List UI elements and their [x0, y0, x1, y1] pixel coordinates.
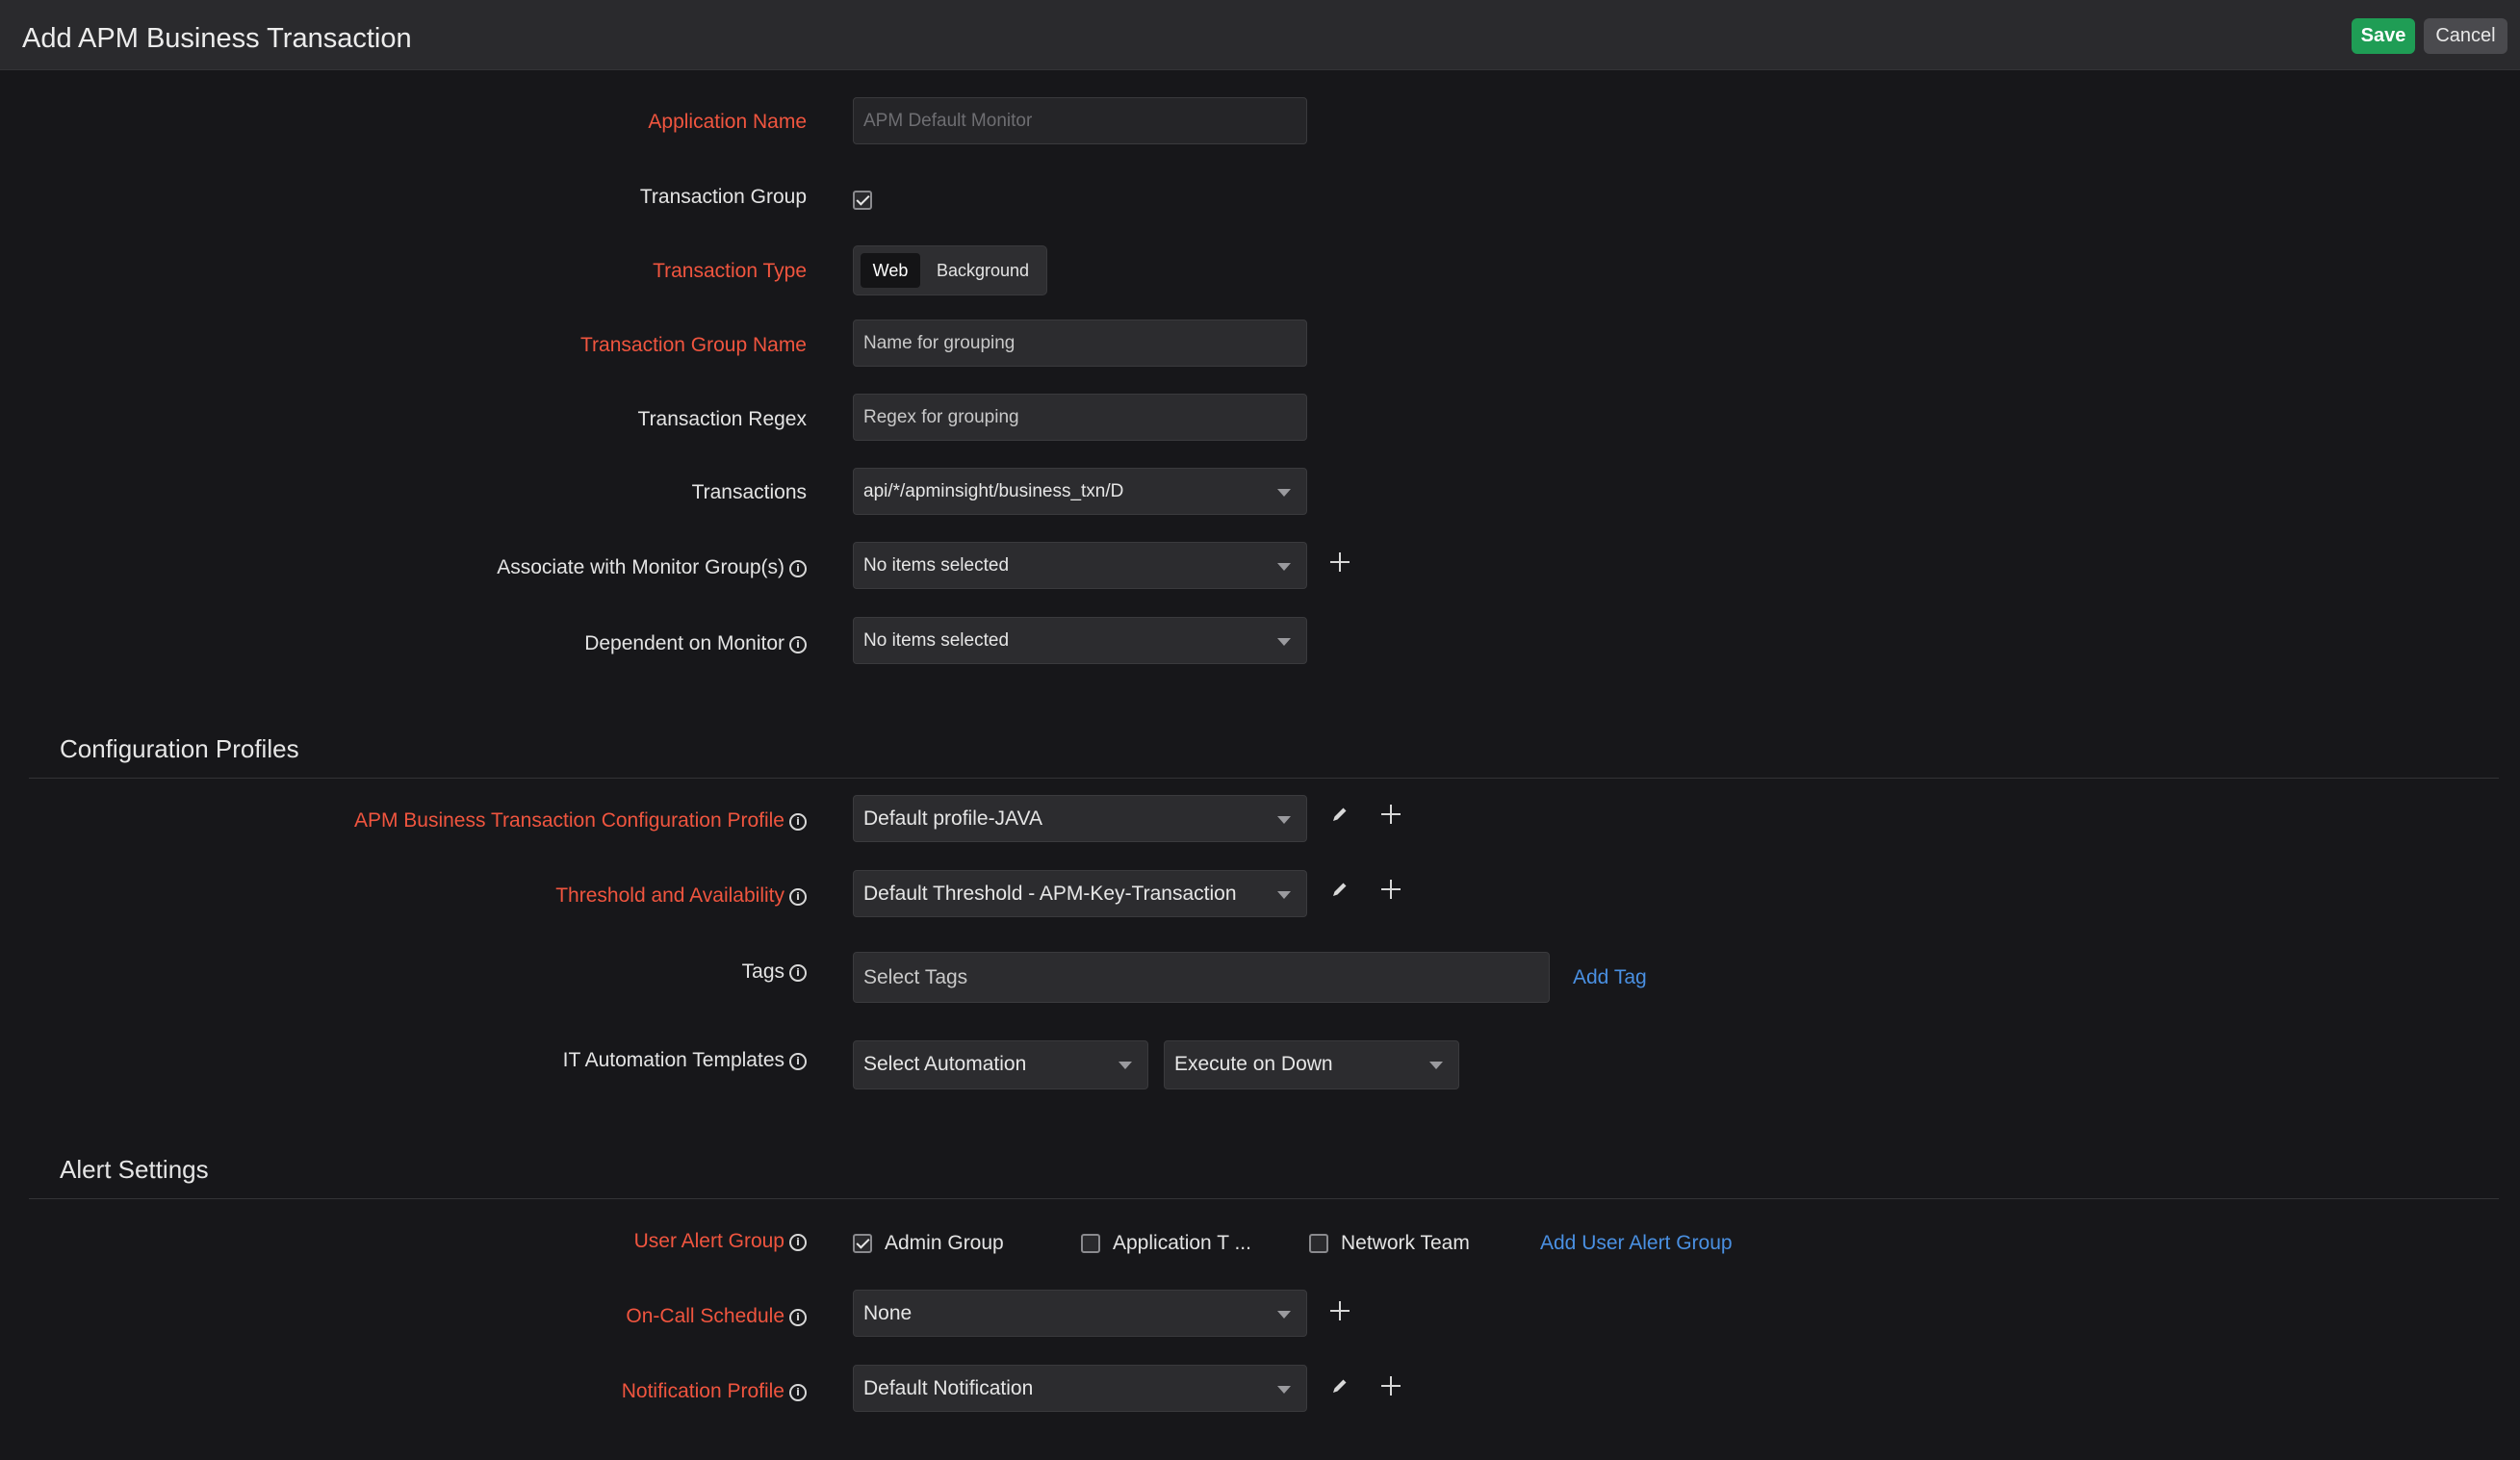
threshold-label-text: Threshold and Availability [555, 884, 784, 907]
notification-profile-value: Default Notification [863, 1377, 1034, 1399]
it-automation-label-text: IT Automation Templates [562, 1049, 784, 1071]
add-apm-profile-plus-icon[interactable] [1381, 805, 1401, 824]
info-icon: i [789, 1309, 807, 1326]
notification-profile-label-text: Notification Profile [621, 1380, 784, 1402]
it-automation-label: IT Automation Templates i [563, 1049, 807, 1072]
transaction-group-name-label: Transaction Group Name [580, 334, 807, 356]
caret-down-icon [1277, 816, 1291, 824]
application-name-label: Application Name [648, 111, 807, 133]
transaction-group-checkbox[interactable] [853, 191, 872, 210]
caret-down-icon [1119, 1062, 1132, 1069]
application-team-checkbox[interactable] [1081, 1234, 1100, 1253]
transaction-type-label: Transaction Type [653, 260, 807, 282]
save-button[interactable]: Save [2352, 18, 2415, 54]
transactions-label: Transactions [691, 481, 807, 503]
execute-value: Execute on Down [1174, 1053, 1333, 1075]
threshold-value: Default Threshold - APM-Key-Transaction [863, 883, 1237, 905]
dependent-monitor-label-text: Dependent on Monitor [584, 632, 784, 654]
info-icon: i [789, 813, 807, 831]
caret-down-icon [1277, 489, 1291, 497]
caret-down-icon [1277, 891, 1291, 899]
on-call-schedule-value: None [863, 1302, 913, 1324]
on-call-schedule-label: On-Call Schedule i [626, 1305, 807, 1328]
transactions-value: api/*/apminsight/business_txn/D [863, 481, 1124, 501]
caret-down-icon [1277, 1386, 1291, 1394]
threshold-select[interactable]: Default Threshold - APM-Key-Transaction [853, 870, 1307, 917]
dependent-monitor-select[interactable]: No items selected [853, 617, 1307, 664]
apm-profile-value: Default profile-JAVA [863, 807, 1042, 830]
automation-value: Select Automation [863, 1053, 1027, 1075]
apm-profile-label-text: APM Business Transaction Configuration P… [353, 809, 784, 832]
transaction-group-name-input[interactable]: Name for grouping [853, 320, 1307, 367]
section-divider [29, 1198, 2499, 1199]
user-alert-group-label-text: User Alert Group [633, 1230, 784, 1252]
transaction-regex-label: Transaction Regex [637, 408, 807, 430]
cancel-button[interactable]: Cancel [2424, 18, 2507, 54]
monitor-groups-label-text: Associate with Monitor Group(s) [497, 556, 784, 578]
on-call-schedule-select[interactable]: None [853, 1290, 1307, 1337]
transaction-type-web-option[interactable]: Web [861, 253, 920, 288]
edit-notification-pencil-icon[interactable] [1330, 1376, 1350, 1396]
caret-down-icon [1277, 563, 1291, 571]
notification-profile-select[interactable]: Default Notification [853, 1365, 1307, 1412]
tags-label: Tags i [742, 961, 807, 984]
info-icon: i [789, 636, 807, 653]
admin-group-label: Admin Group [885, 1232, 1004, 1254]
tags-input[interactable]: Select Tags [853, 952, 1550, 1003]
add-on-call-plus-icon[interactable] [1330, 1301, 1350, 1320]
monitor-groups-value: No items selected [863, 555, 1010, 576]
transaction-type-background-option[interactable]: Background [926, 253, 1040, 288]
dependent-monitor-value: No items selected [863, 630, 1010, 651]
info-icon: i [789, 964, 807, 982]
network-team-label: Network Team [1341, 1232, 1470, 1254]
configuration-profiles-heading: Configuration Profiles [60, 734, 299, 763]
page-header: Add APM Business Transaction Save Cancel [0, 0, 2520, 70]
add-tag-link[interactable]: Add Tag [1573, 966, 1647, 989]
dependent-monitor-label: Dependent on Monitor i [584, 632, 807, 655]
apm-profile-label: APM Business Transaction Configuration P… [354, 809, 807, 832]
application-team-label: Application T ... [1113, 1232, 1251, 1254]
info-icon: i [789, 560, 807, 577]
add-user-alert-group-link[interactable]: Add User Alert Group [1540, 1232, 1733, 1255]
admin-group-checkbox[interactable] [853, 1234, 872, 1253]
on-call-schedule-label-text: On-Call Schedule [626, 1305, 784, 1327]
info-icon: i [789, 1234, 807, 1251]
application-name-input[interactable]: APM Default Monitor [853, 97, 1307, 144]
tags-label-text: Tags [741, 961, 784, 983]
info-icon: i [789, 888, 807, 906]
alert-settings-heading: Alert Settings [60, 1155, 209, 1184]
transaction-regex-input[interactable]: Regex for grouping [853, 394, 1307, 441]
transaction-type-toggle: Web Background [853, 245, 1047, 295]
automation-select[interactable]: Select Automation [853, 1040, 1148, 1089]
caret-down-icon [1277, 638, 1291, 646]
network-team-checkbox[interactable] [1309, 1234, 1328, 1253]
monitor-groups-label: Associate with Monitor Group(s) i [497, 556, 807, 579]
info-icon: i [789, 1384, 807, 1401]
user-alert-group-label: User Alert Group i [634, 1230, 807, 1253]
add-threshold-plus-icon[interactable] [1381, 880, 1401, 899]
monitor-groups-select[interactable]: No items selected [853, 542, 1307, 589]
page-title: Add APM Business Transaction [22, 23, 412, 54]
add-notification-plus-icon[interactable] [1381, 1376, 1401, 1396]
edit-threshold-pencil-icon[interactable] [1330, 880, 1350, 899]
apm-profile-select[interactable]: Default profile-JAVA [853, 795, 1307, 842]
transactions-select[interactable]: api/*/apminsight/business_txn/D [853, 468, 1307, 515]
notification-profile-label: Notification Profile i [622, 1380, 807, 1403]
threshold-label: Threshold and Availability i [555, 884, 807, 908]
execute-select[interactable]: Execute on Down [1164, 1040, 1459, 1089]
caret-down-icon [1429, 1062, 1443, 1069]
transaction-group-label: Transaction Group [639, 186, 807, 208]
info-icon: i [789, 1053, 807, 1070]
section-divider [29, 778, 2499, 779]
caret-down-icon [1277, 1311, 1291, 1319]
add-monitor-group-plus-icon[interactable] [1330, 552, 1350, 572]
edit-apm-profile-pencil-icon[interactable] [1330, 805, 1350, 824]
